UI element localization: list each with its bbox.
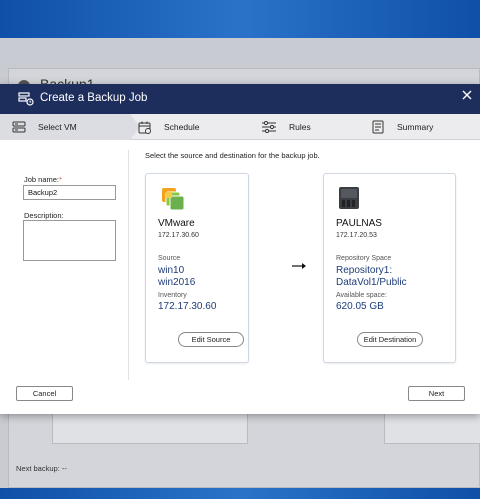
nas-device-icon [339, 187, 359, 209]
next-button[interactable]: Next [408, 386, 465, 401]
source-vm: win2016 [158, 277, 196, 288]
step-rules[interactable]: Rules [261, 114, 311, 140]
job-name-label-text: Job name: [24, 175, 60, 184]
dialog-title: Create a Backup Job [40, 92, 148, 104]
app-bottom-bar [0, 488, 480, 499]
wizard-steps: Select VM Schedule Rules Summary [0, 114, 480, 140]
job-name-label: Job name:* [24, 175, 62, 184]
step-label: Summary [397, 122, 434, 132]
step-select-vm[interactable]: Select VM [0, 114, 140, 140]
step-label: Rules [289, 122, 311, 132]
arrow-right-icon [292, 263, 306, 269]
step-label: Schedule [164, 122, 200, 132]
repository-value: DataVol1/Public [336, 277, 407, 288]
available-space-value: 620.05 GB [336, 301, 384, 312]
description-label: Description: [24, 211, 64, 220]
sliders-icon [262, 121, 276, 133]
source-label: Source [158, 255, 181, 262]
required-mark: * [59, 175, 62, 184]
document-icon [372, 120, 384, 134]
step-label: Select VM [38, 122, 77, 132]
next-backup-text: Next backup: -- [16, 464, 67, 473]
vertical-divider [128, 150, 129, 380]
available-space-label: Available space: [336, 292, 387, 299]
step-summary[interactable]: Summary [372, 114, 433, 140]
backup-job-icon [18, 92, 34, 106]
repository-value: Repository1: [336, 265, 393, 276]
job-form: Job name:* Description: [0, 140, 130, 360]
calendar-icon [138, 121, 151, 134]
dialog-header: Create a Backup Job [0, 84, 480, 114]
source-ip: 172.17.30.60 [158, 232, 199, 239]
source-card: VMware 172.17.30.60 Source win10 win2016… [145, 173, 249, 363]
inventory-label: Inventory [158, 292, 187, 299]
create-backup-job-dialog: Create a Backup Job Select VM Schedule R… [0, 84, 480, 414]
destination-ip: 172.17.20.53 [336, 232, 377, 239]
instruction-text: Select the source and destination for th… [145, 151, 320, 160]
destination-card: PAULNAS 172.17.20.53 Repository Space Re… [323, 173, 456, 363]
step-schedule[interactable]: Schedule [138, 114, 199, 140]
app-top-bar [0, 0, 480, 38]
cancel-button[interactable]: Cancel [16, 386, 73, 401]
edit-source-button[interactable]: Edit Source [178, 332, 244, 347]
job-name-input[interactable] [23, 185, 116, 200]
background-card [384, 412, 480, 444]
edit-destination-button[interactable]: Edit Destination [357, 332, 423, 347]
server-list-icon [12, 121, 26, 133]
repository-label: Repository Space [336, 255, 392, 262]
background-card [52, 412, 248, 444]
inventory-value: 172.17.30.60 [158, 301, 217, 312]
destination-name: PAULNAS [336, 218, 382, 229]
close-icon[interactable] [460, 88, 474, 102]
source-vm: win10 [158, 265, 185, 276]
vmware-logo-icon [162, 188, 185, 211]
source-name: VMware [158, 218, 195, 229]
description-textarea[interactable] [23, 220, 116, 261]
